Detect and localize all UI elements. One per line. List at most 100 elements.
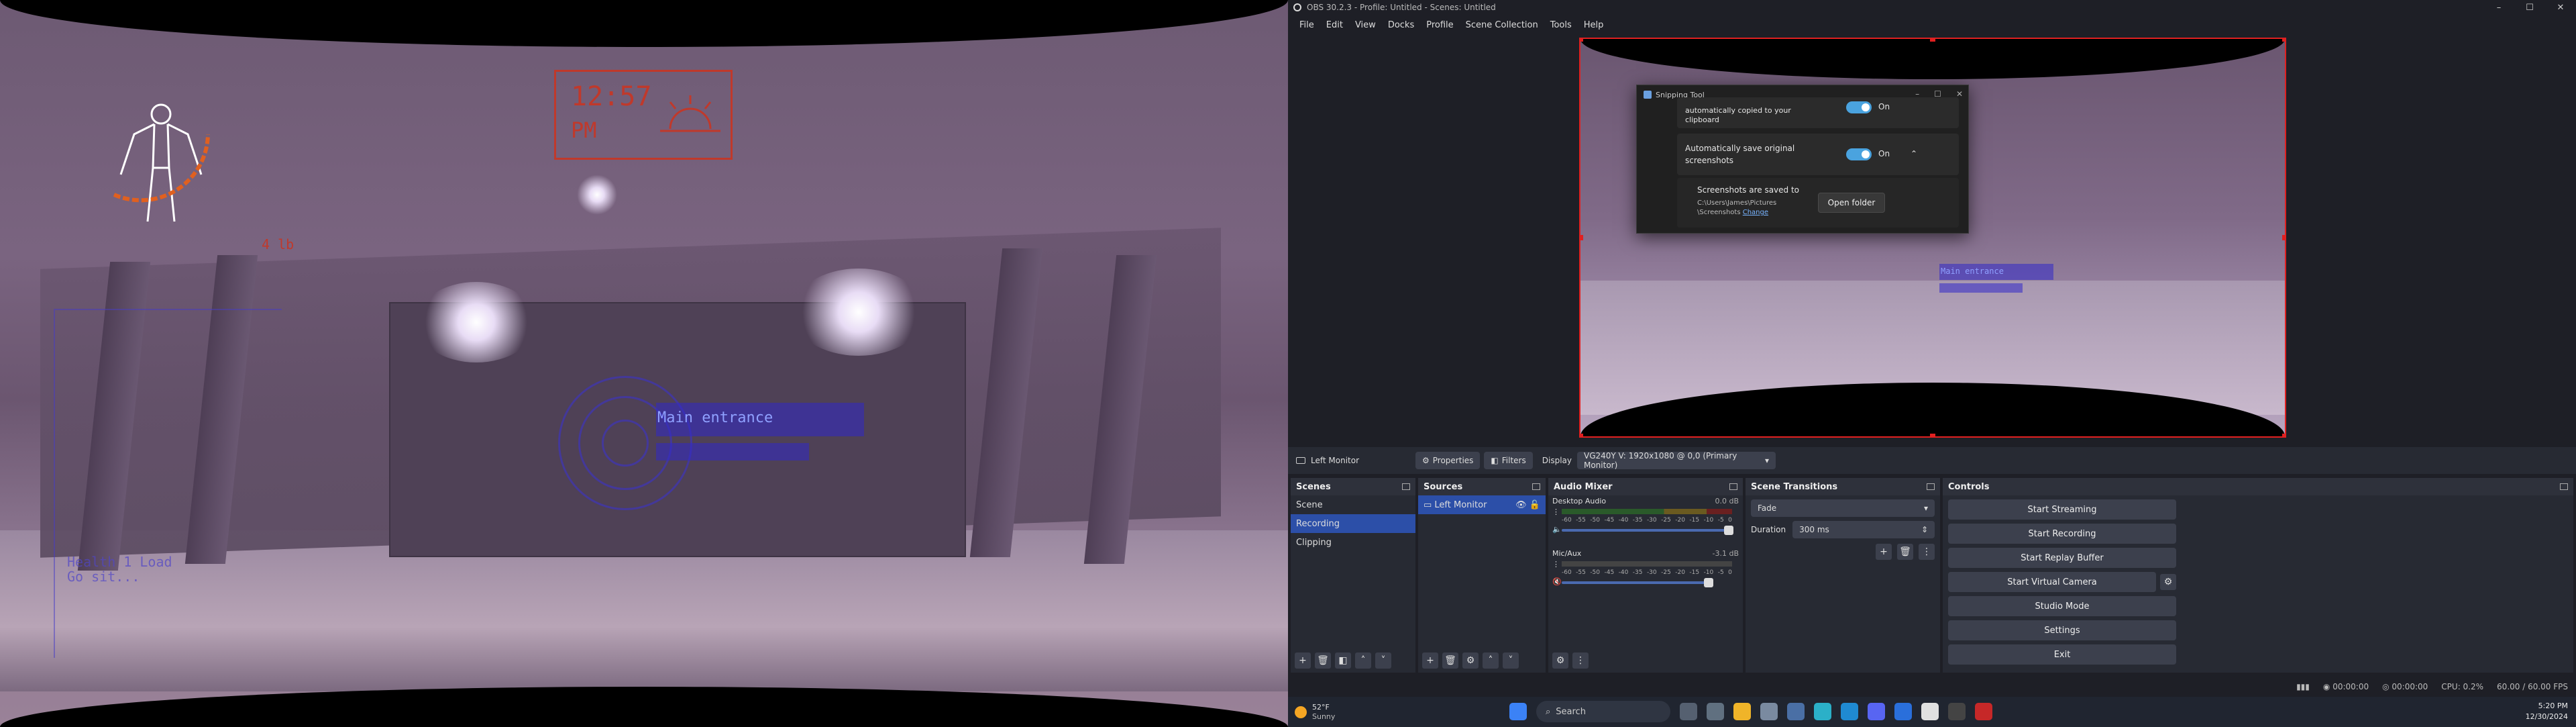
- settings-button[interactable]: Settings: [1948, 620, 2176, 640]
- undock-icon[interactable]: [2560, 483, 2568, 490]
- more-icon[interactable]: ⋮: [1552, 507, 1560, 516]
- display-select[interactable]: VG240Y V: 1920x1080 @ 0,0 (Primary Monit…: [1576, 451, 1776, 470]
- scene-item[interactable]: Recording: [1291, 514, 1415, 533]
- properties-button[interactable]: ⚙ Properties: [1415, 452, 1481, 469]
- taskbar-search[interactable]: ⌕ Search: [1536, 701, 1670, 722]
- app-icon[interactable]: [1787, 703, 1805, 720]
- preview-area: Main entrance Snipping Tool – ☐ ✕ automa…: [1288, 34, 2576, 446]
- volume-slider-knob[interactable]: [1704, 578, 1713, 587]
- lock-icon[interactable]: 🔓: [1529, 500, 1540, 510]
- scene-item[interactable]: Scene: [1291, 495, 1415, 514]
- transform-handle[interactable]: [1580, 39, 1583, 42]
- chevron-up-icon[interactable]: ⌃: [1911, 148, 1917, 159]
- source-toolbar: Left Monitor ⚙ Properties ◧ Filters Displa…: [1288, 447, 2576, 474]
- copy-toggle[interactable]: [1846, 101, 1872, 113]
- recording-time-value: 00:00:00: [2332, 682, 2369, 691]
- menu-docks[interactable]: Docks: [1382, 20, 1420, 30]
- controls-title: Controls: [1948, 481, 1990, 492]
- undock-icon[interactable]: [1532, 483, 1540, 490]
- app-icon[interactable]: [1814, 703, 1831, 720]
- start-virtual-camera-button[interactable]: Start Virtual Camera: [1948, 572, 2156, 592]
- menu-scene-collection[interactable]: Scene Collection: [1460, 20, 1544, 30]
- menu-profile[interactable]: Profile: [1420, 20, 1459, 30]
- undock-icon[interactable]: [1729, 483, 1737, 490]
- app-icon[interactable]: [1894, 703, 1912, 720]
- tick: -45: [1604, 569, 1615, 576]
- obs-taskbar-icon[interactable]: [1948, 703, 1966, 720]
- trash-icon[interactable]: 🗑: [1442, 652, 1458, 669]
- source-item-label: Left Monitor: [1434, 499, 1487, 510]
- transform-handle[interactable]: [1580, 434, 1583, 436]
- menu-edit[interactable]: Edit: [1320, 20, 1349, 30]
- weather-widget[interactable]: 52°F Sunny: [1295, 703, 1335, 722]
- trash-icon[interactable]: 🗑: [1315, 652, 1331, 669]
- transform-handle[interactable]: [2282, 39, 2285, 42]
- studio-mode-button[interactable]: Studio Mode: [1948, 596, 2176, 616]
- open-folder-button[interactable]: Open folder: [1818, 193, 1885, 213]
- exit-button[interactable]: Exit: [1948, 644, 2176, 665]
- task-view-icon[interactable]: [1680, 703, 1697, 720]
- transform-handle[interactable]: [2282, 434, 2285, 436]
- minimize-icon[interactable]: –: [2483, 0, 2514, 15]
- move-down-icon[interactable]: ˅: [1503, 652, 1519, 669]
- transitions-dock: Scene Transitions Fade ▾ Duration 300 ms…: [1746, 478, 1940, 673]
- spin-arrows-icon[interactable]: ⇕: [1921, 525, 1928, 534]
- duration-spinbox[interactable]: 300 ms ⇕: [1792, 521, 1935, 538]
- transform-handle[interactable]: [1930, 434, 1935, 436]
- undock-icon[interactable]: [1402, 483, 1410, 490]
- transform-handle[interactable]: [1930, 39, 1935, 42]
- app-icon[interactable]: [1975, 703, 1992, 720]
- more-icon[interactable]: ⋮: [1919, 544, 1935, 560]
- start-replay-buffer-button[interactable]: Start Replay Buffer: [1948, 548, 2176, 568]
- filter-icon[interactable]: ◧: [1335, 652, 1351, 669]
- hud-frame: [54, 309, 282, 658]
- edge-icon[interactable]: [1841, 703, 1858, 720]
- add-icon[interactable]: +: [1295, 652, 1311, 669]
- system-clock[interactable]: 5:20 PM 12/30/2024: [2526, 701, 2568, 722]
- menu-tools[interactable]: Tools: [1544, 20, 1578, 30]
- maximize-icon[interactable]: ☐: [2514, 0, 2545, 15]
- volume-slider[interactable]: [1562, 529, 1732, 532]
- menu-view[interactable]: View: [1349, 20, 1382, 30]
- settings-icon[interactable]: ⚙: [1552, 652, 1568, 669]
- more-icon[interactable]: ⋮: [1552, 560, 1560, 569]
- source-item[interactable]: ▭ Left Monitor 👁 🔓: [1418, 495, 1546, 514]
- close-icon[interactable]: ✕: [2545, 0, 2576, 15]
- window-titlebar[interactable]: OBS 30.2.3 - Profile: Untitled - Scenes:…: [1288, 0, 2576, 15]
- add-icon[interactable]: +: [1876, 544, 1892, 560]
- display-select-value: VG240Y V: 1920x1080 @ 0,0 (Primary Monit…: [1583, 451, 1737, 470]
- discord-icon[interactable]: [1868, 703, 1885, 720]
- gear-icon[interactable]: ⚙: [2160, 574, 2176, 590]
- transform-handle[interactable]: [1580, 235, 1583, 240]
- volume-slider[interactable]: [1562, 581, 1712, 584]
- settings-app-icon[interactable]: [1707, 703, 1724, 720]
- move-down-icon[interactable]: ˅: [1375, 652, 1391, 669]
- clock-time: 5:20 PM: [2538, 701, 2568, 710]
- transform-handle[interactable]: [2282, 235, 2285, 240]
- chrome-icon[interactable]: [1921, 703, 1939, 720]
- sources-title: Sources: [1424, 481, 1463, 492]
- change-link[interactable]: Change: [1743, 209, 1768, 216]
- start-recording-button[interactable]: Start Recording: [1948, 524, 2176, 544]
- filters-button[interactable]: ◧ Filters: [1484, 452, 1533, 469]
- speaker-icon[interactable]: 🔈: [1552, 525, 1562, 534]
- menu-file[interactable]: File: [1293, 20, 1320, 30]
- undock-icon[interactable]: [1927, 483, 1935, 490]
- transition-select[interactable]: Fade ▾: [1751, 499, 1935, 517]
- move-up-icon[interactable]: ˄: [1355, 652, 1371, 669]
- save-toggle[interactable]: [1846, 148, 1872, 160]
- snipping-tool-icon[interactable]: [1760, 703, 1778, 720]
- menu-help[interactable]: Help: [1578, 20, 1610, 30]
- move-up-icon[interactable]: ˄: [1483, 652, 1499, 669]
- file-explorer-icon[interactable]: [1733, 703, 1751, 720]
- volume-slider-knob[interactable]: [1724, 526, 1733, 535]
- trash-icon[interactable]: 🗑: [1897, 544, 1913, 560]
- windows-start-icon[interactable]: [1509, 703, 1527, 720]
- more-icon[interactable]: ⋮: [1572, 652, 1589, 669]
- scene-item[interactable]: Clipping: [1291, 533, 1415, 552]
- gear-icon[interactable]: ⚙: [1462, 652, 1479, 669]
- eye-icon[interactable]: 👁: [1515, 500, 1527, 510]
- add-icon[interactable]: +: [1422, 652, 1438, 669]
- start-streaming-button[interactable]: Start Streaming: [1948, 499, 2176, 520]
- mic-muted-icon[interactable]: 🔇: [1552, 577, 1562, 586]
